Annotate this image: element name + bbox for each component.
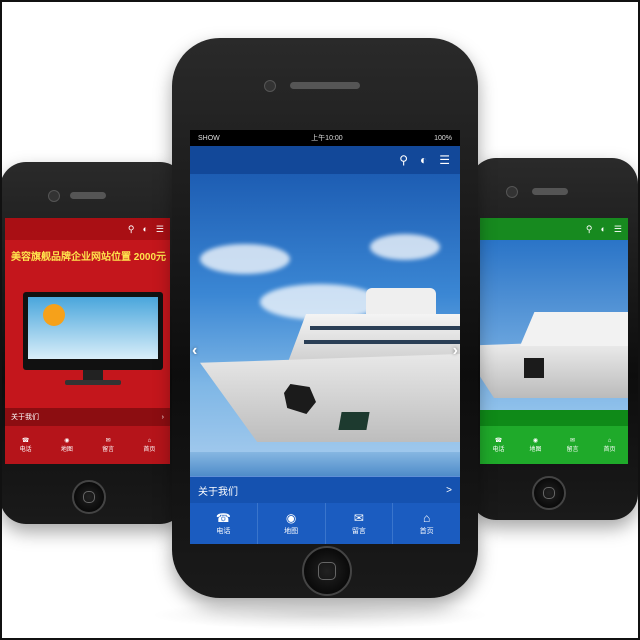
ship-deck	[520, 312, 628, 346]
right-nav-label: 地图	[529, 447, 542, 453]
right-phone: ⚲ ◐ ☰ ☎ 电话 ◉ 地图 ✉ 留言 ⌂ 首页	[470, 158, 638, 520]
home-button[interactable]	[532, 476, 566, 510]
message-icon: ✉	[569, 438, 576, 444]
carousel-next-icon[interactable]: ›	[453, 342, 458, 360]
sea	[190, 452, 460, 476]
bottom-nav: ☎ 电话 ◉ 地图 ✉ 留言 ⌂ 首页	[190, 503, 460, 544]
message-icon: ✉	[353, 511, 364, 525]
right-phone-screen: ⚲ ◐ ☰ ☎ 电话 ◉ 地图 ✉ 留言 ⌂ 首页	[480, 218, 628, 464]
nav-label: 电话	[216, 528, 231, 535]
speaker	[70, 192, 106, 199]
clock: 上午10:00	[311, 135, 343, 142]
nav-label: 地图	[284, 528, 299, 535]
search-icon[interactable]: ⚲	[128, 224, 135, 235]
right-nav-phone[interactable]: ☎ 电话	[480, 426, 517, 464]
menu-icon[interactable]: ☰	[156, 224, 164, 235]
location-icon: ◉	[64, 438, 70, 444]
left-nav-label: 首页	[143, 446, 156, 453]
search-icon[interactable]: ⚲	[399, 153, 408, 167]
location-icon: ◉	[532, 438, 539, 444]
left-bottom-nav: ☎ 电话 ◉ 地图 ✉ 留言 ⌂ 首页	[5, 426, 170, 464]
search-icon[interactable]: ⚲	[586, 224, 593, 235]
right-nav-home[interactable]: ⌂ 首页	[591, 426, 628, 464]
camera	[506, 186, 518, 198]
right-nav-label: 留言	[566, 447, 579, 453]
nav-item-map[interactable]: ◉ 地图	[258, 503, 326, 544]
right-hero-image	[480, 240, 628, 410]
left-nav-map[interactable]: ◉ 地图	[46, 426, 87, 464]
floor-reflection	[150, 600, 490, 630]
chevron-right-icon: >	[446, 484, 452, 496]
deck-windows	[310, 326, 460, 330]
hero-ship-image: ‹ ›	[190, 174, 460, 476]
monitor-image	[23, 292, 163, 370]
camera	[264, 80, 276, 92]
home-icon: ⌂	[423, 511, 431, 525]
left-nav-label: 地图	[60, 447, 73, 453]
right-nav-label: 电话	[492, 447, 505, 453]
left-nav-label: 留言	[102, 447, 115, 453]
left-nav-home[interactable]: ⌂ 首页	[129, 426, 170, 464]
chevron-right-icon: ›	[161, 413, 164, 421]
speaker	[532, 188, 568, 195]
right-bottom-nav: ☎ 电话 ◉ 地图 ✉ 留言 ⌂ 首页	[480, 426, 628, 464]
hull-window	[338, 412, 370, 430]
left-nav-message[interactable]: ✉ 留言	[88, 426, 129, 464]
app-topbar: ⚲ ◐ ☰	[190, 146, 460, 174]
left-nav-label: 电话	[19, 447, 32, 453]
cloud	[370, 234, 440, 260]
battery-label: 100%	[434, 134, 452, 142]
left-nav-phone[interactable]: ☎ 电话	[5, 426, 46, 464]
about-us-label: 关于我们	[198, 486, 238, 498]
center-phone: SHOW 上午10:00 100% ⚲ ◐ ☰ ‹ › 关于我们 > ☎ 电话 …	[172, 38, 478, 598]
left-about-label: 关于我们	[11, 414, 39, 421]
ship-hull	[200, 354, 460, 442]
monitor-base	[65, 380, 121, 385]
right-nav-message[interactable]: ✉ 留言	[554, 426, 591, 464]
monitor-stand	[83, 370, 103, 380]
center-phone-screen: SHOW 上午10:00 100% ⚲ ◐ ☰ ‹ › 关于我们 > ☎ 电话 …	[190, 130, 460, 544]
left-banner-text: 美容旗舰品牌企业网站位置 2000元	[11, 252, 167, 263]
contrast-icon[interactable]: ◐	[420, 153, 427, 167]
left-about-bar[interactable]: 关于我们 ›	[5, 408, 170, 426]
right-nav-map[interactable]: ◉ 地图	[517, 426, 554, 464]
left-phone-screen: ⚲ ◐ ☰ 美容旗舰品牌企业网站位置 2000元 关于我们 › ☎ 电话 ◉ 地图 …	[5, 218, 170, 464]
cloud	[200, 244, 290, 274]
carrier-label: SHOW	[198, 134, 220, 142]
message-icon: ✉	[105, 438, 111, 444]
deck-windows	[304, 340, 460, 344]
home-button[interactable]	[302, 546, 352, 596]
nav-item-message[interactable]: ✉ 留言	[326, 503, 394, 544]
carousel-prev-icon[interactable]: ‹	[192, 342, 197, 360]
nav-label: 首页	[419, 528, 434, 535]
right-nav-label: 首页	[603, 446, 616, 453]
status-bar: SHOW 上午10:00 100%	[190, 130, 460, 146]
ship-deck	[288, 314, 460, 362]
nav-item-phone[interactable]: ☎ 电话	[190, 503, 258, 544]
left-phone: ⚲ ◐ ☰ 美容旗舰品牌企业网站位置 2000元 关于我们 › ☎ 电话 ◉ 地图 …	[0, 162, 186, 524]
monitor-badge	[43, 304, 65, 326]
right-about-bar[interactable]	[480, 410, 628, 426]
phone-icon: ☎	[494, 438, 503, 444]
camera	[48, 190, 60, 202]
about-us-bar[interactable]: 关于我们 >	[190, 476, 460, 503]
ship-hull	[480, 340, 628, 398]
home-button[interactable]	[72, 480, 106, 514]
location-icon: ◉	[285, 511, 297, 525]
nav-item-home[interactable]: ⌂ 首页	[393, 503, 460, 544]
menu-icon[interactable]: ☰	[439, 153, 450, 167]
ship-funnel	[366, 288, 436, 318]
hull-emblem	[524, 358, 544, 378]
right-topbar: ⚲ ◐ ☰	[480, 218, 628, 240]
phone-icon: ☎	[215, 511, 231, 525]
menu-icon[interactable]: ☰	[614, 224, 622, 235]
speaker	[290, 82, 360, 89]
left-topbar: ⚲ ◐ ☰	[5, 218, 170, 240]
contrast-icon[interactable]: ◐	[142, 224, 147, 234]
nav-label: 留言	[351, 528, 366, 535]
phone-icon: ☎	[21, 438, 30, 444]
contrast-icon[interactable]: ◐	[600, 224, 605, 234]
